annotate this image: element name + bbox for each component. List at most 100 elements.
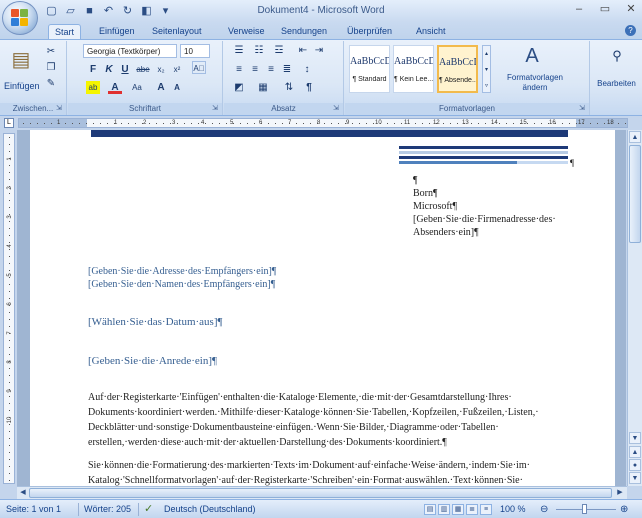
scroll-up-icon[interactable]: ▲ <box>629 131 641 143</box>
ruler-tick <box>373 123 374 124</box>
font-launcher-icon[interactable]: ⇲ <box>212 105 220 113</box>
superscript-button[interactable]: x² <box>170 63 184 76</box>
previous-page-icon[interactable]: ▲ <box>629 446 641 458</box>
vertical-ruler-number: 5 <box>7 273 13 277</box>
font-color-button[interactable]: A <box>108 81 122 94</box>
shrink-font-button[interactable]: A <box>170 81 184 94</box>
shading-icon[interactable]: ◩ <box>232 81 246 94</box>
browse-object-icon[interactable]: ● <box>629 459 641 471</box>
edit-button[interactable]: Bearbeiten <box>591 79 642 88</box>
clipboard-launcher-icon[interactable]: ⇲ <box>56 105 64 113</box>
vertical-ruler-tick <box>9 424 10 425</box>
align-right-icon[interactable]: ≡ <box>264 63 278 76</box>
strikethrough-button[interactable]: abe <box>136 63 150 76</box>
ruler-tick <box>86 123 87 124</box>
paragraph-launcher-icon[interactable]: ⇲ <box>333 105 341 113</box>
zoom-in-icon[interactable]: ⊕ <box>620 503 628 516</box>
italic-button[interactable]: K <box>102 63 116 76</box>
tab-einfuegen[interactable]: Einfügen <box>93 24 141 39</box>
decrease-indent-icon[interactable]: ⇤ <box>296 44 310 57</box>
change-styles-button[interactable]: Formatvorlagen ändern <box>495 73 575 93</box>
subscript-button[interactable]: x₂ <box>154 63 168 76</box>
horizontal-scrollbar[interactable]: ◀ ▶ <box>17 486 627 499</box>
bullets-icon[interactable]: ☰ <box>232 44 246 57</box>
style-standard[interactable]: AaBbCcD ¶ Standard <box>349 45 390 93</box>
language-status[interactable]: Deutsch (Deutschland) <box>164 503 256 516</box>
sort-icon[interactable]: ⇅ <box>282 81 296 94</box>
fullscreen-reading-view-icon[interactable]: ▥ <box>438 504 450 515</box>
scroll-left-icon[interactable]: ◀ <box>18 488 28 498</box>
ruler-tick <box>569 123 570 124</box>
web-layout-view-icon[interactable]: ▦ <box>452 504 464 515</box>
vertical-ruler-tick <box>9 368 10 369</box>
grow-font-button[interactable]: A <box>154 81 168 94</box>
zoom-out-icon[interactable]: ⊖ <box>540 503 548 516</box>
horizontal-ruler[interactable]: 1123456789101112131415161718 <box>18 118 628 128</box>
vertical-scrollbar[interactable]: ▲ ▼ ▲ ● ▼ <box>627 130 642 486</box>
vertical-ruler-tick <box>9 298 10 299</box>
increase-indent-icon[interactable]: ⇥ <box>312 44 326 57</box>
binoculars-icon[interactable]: ⚲ <box>608 47 626 65</box>
ruler-tick <box>401 123 402 124</box>
minimize-button[interactable]: ‒ <box>572 2 586 16</box>
proofing-icon[interactable]: ✓ <box>144 503 153 516</box>
align-left-icon[interactable]: ≡ <box>232 63 246 76</box>
line-spacing-icon[interactable]: ↕ <box>300 63 314 76</box>
show-formatting-icon[interactable]: ¶ <box>302 81 316 94</box>
maximize-button[interactable]: ▭ <box>598 2 612 16</box>
format-painter-icon[interactable]: ✎ <box>44 77 58 90</box>
tab-sendungen[interactable]: Sendungen <box>275 24 333 39</box>
multilevel-list-icon[interactable]: ☲ <box>272 44 286 57</box>
draft-view-icon[interactable]: ≡ <box>480 504 492 515</box>
vertical-ruler[interactable]: 1 2 3 4 5 6 7 8 9 10 <box>3 133 15 484</box>
ruler-number: 3 <box>172 120 176 126</box>
paste-button[interactable]: Einfügen <box>4 81 40 91</box>
ruler-tick <box>149 123 150 124</box>
page-count[interactable]: Seite: 1 von 1 <box>6 503 61 516</box>
tab-selector-icon[interactable]: L <box>4 118 14 128</box>
office-button[interactable] <box>2 1 38 35</box>
zoom-level[interactable]: 100 % <box>500 503 526 516</box>
font-size-select[interactable]: 10 <box>180 44 210 58</box>
styles-scroll-icon[interactable]: ▴ ▾ ▿ <box>482 45 491 93</box>
close-button[interactable]: ✕ <box>624 2 638 16</box>
highlight-button[interactable]: ab <box>86 81 100 94</box>
outline-view-icon[interactable]: ≣ <box>466 504 478 515</box>
style-kein-leerraum[interactable]: AaBbCcD ¶ Kein Lee... <box>393 45 434 93</box>
tab-ansicht[interactable]: Ansicht <box>410 24 452 39</box>
clear-formatting-button[interactable]: A⃠ <box>192 61 206 74</box>
zoom-slider-thumb[interactable] <box>582 504 587 514</box>
vertical-ruler-tick <box>9 193 10 194</box>
numbering-icon[interactable]: ☷ <box>252 44 266 57</box>
cut-icon[interactable]: ✂ <box>44 45 58 58</box>
change-case-button[interactable]: Aa <box>130 81 144 94</box>
ruler-number: 2 <box>143 120 147 126</box>
scroll-right-icon[interactable]: ▶ <box>615 488 625 498</box>
bold-button[interactable]: F <box>86 63 100 76</box>
document-page[interactable]: ¶ ¶ Born¶ Microsoft¶ [Geben·Sie·die·Firm… <box>30 130 615 486</box>
scroll-down-icon[interactable]: ▼ <box>629 432 641 444</box>
ruler-number: 15 <box>520 120 527 126</box>
word-count[interactable]: Wörter: 205 <box>84 503 131 516</box>
help-icon[interactable]: ? <box>625 25 636 36</box>
tab-seitenlayout[interactable]: Seitenlayout <box>146 24 208 39</box>
style-absender[interactable]: AaBbCcD ¶ Absende... <box>437 45 478 93</box>
next-page-icon[interactable]: ▼ <box>629 472 641 484</box>
justify-icon[interactable]: ≣ <box>280 63 294 76</box>
tab-start[interactable]: Start <box>48 24 82 39</box>
paste-icon[interactable]: ▤ <box>10 47 32 73</box>
vertical-scroll-thumb[interactable] <box>629 145 641 243</box>
borders-icon[interactable]: ▦ <box>256 81 270 94</box>
change-styles-icon[interactable]: A <box>520 45 544 67</box>
copy-icon[interactable]: ❐ <box>44 61 58 74</box>
tab-verweise[interactable]: Verweise <box>222 24 271 39</box>
print-layout-view-icon[interactable]: ▤ <box>424 504 436 515</box>
align-center-icon[interactable]: ≡ <box>248 63 262 76</box>
ruler-tick <box>625 123 626 124</box>
underline-button[interactable]: U <box>118 63 132 76</box>
horizontal-scroll-thumb[interactable] <box>29 488 612 498</box>
vertical-ruler-tick <box>9 312 10 313</box>
font-name-select[interactable]: Georgia (Textkörper) <box>83 44 177 58</box>
styles-launcher-icon[interactable]: ⇲ <box>579 105 587 113</box>
tab-ueberpruefen[interactable]: Überprüfen <box>341 24 398 39</box>
